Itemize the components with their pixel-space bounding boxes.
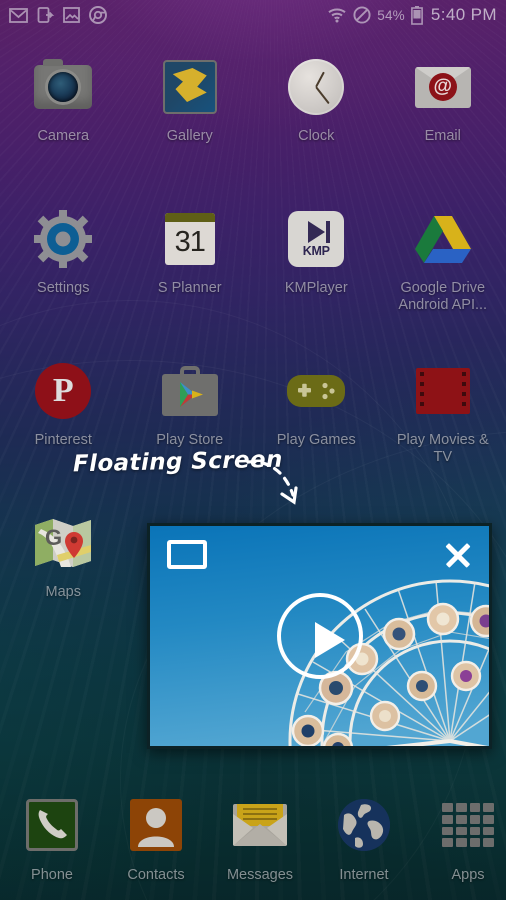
film-strip-icon (415, 368, 470, 414)
app-row: Camera Gallery Clock @ Email (0, 44, 506, 196)
app-label: Maps (45, 584, 81, 600)
dock-item-internet[interactable]: Internet (312, 778, 416, 900)
close-icon[interactable] (441, 538, 475, 572)
status-bar[interactable]: 54% 5:40 PM (0, 0, 506, 30)
app-icon-clock[interactable]: Clock (253, 44, 380, 196)
maps-icon-art: G (35, 519, 92, 567)
google-drive-icon (412, 208, 474, 270)
app-label: S Planner (157, 280, 222, 296)
app-row: Settings 31 S Planner KMP KMPlayer Googl… (0, 196, 506, 348)
status-bar-system-icons: 54% 5:40 PM (327, 5, 497, 25)
gamepad-icon (287, 375, 346, 407)
dock-item-messages[interactable]: Messages (208, 778, 312, 900)
camera-icon (32, 56, 94, 118)
maps-icon: G (32, 512, 94, 574)
dock-item-contacts[interactable]: Contacts (104, 778, 208, 900)
gallery-icon (159, 56, 221, 118)
app-label: Gallery (166, 128, 213, 144)
wifi-icon (328, 8, 346, 23)
chrome-icon (89, 6, 107, 24)
app-label: Play Movies & TV (396, 432, 489, 465)
app-label: Pinterest (34, 432, 92, 448)
dock-item-label: Messages (226, 867, 294, 883)
app-label: Play Store (156, 432, 224, 448)
messages-icon (229, 794, 291, 856)
internet-globe-icon (333, 794, 395, 856)
app-icon-camera[interactable]: Camera (0, 44, 127, 196)
contacts-icon (125, 794, 187, 856)
play-movies-icon (412, 360, 474, 422)
dashed-curved-arrow-icon (246, 460, 298, 505)
app-icon-google-drive[interactable]: Google Drive Android API... (380, 196, 506, 348)
app-label: Camera (37, 128, 90, 144)
app-icon-play-store[interactable]: Play Store (127, 348, 254, 500)
app-label: Settings (37, 280, 90, 296)
pinterest-glyph: P (35, 363, 92, 419)
phone-icon (21, 794, 83, 856)
status-bar-notification-icons (9, 6, 107, 24)
pinterest-icon: P (32, 360, 94, 422)
dock-item-label: Internet (339, 867, 389, 883)
kmplayer-icon: KMP (285, 208, 347, 270)
battery-percent-label: 54% (377, 7, 405, 23)
calendar-day: 31 (174, 225, 206, 258)
calendar-icon: 31 (159, 208, 221, 270)
app-icon-pinterest[interactable]: P Pinterest (0, 348, 127, 500)
app-icon-maps[interactable]: G Maps (0, 500, 127, 652)
app-label: Email (424, 128, 461, 144)
screen-mirror-icon (37, 6, 54, 23)
app-icon-kmplayer[interactable]: KMP KMPlayer (253, 196, 380, 348)
svg-text:G: G (45, 525, 62, 550)
status-bar-clock: 5:40 PM (430, 5, 497, 24)
dock-item-label: Contacts (127, 867, 185, 883)
dock-item-phone[interactable]: Phone (0, 778, 104, 900)
app-icon-s-planner[interactable]: 31 S Planner (127, 196, 254, 348)
play-store-icon (159, 360, 221, 422)
app-icon-play-movies[interactable]: Play Movies & TV (380, 348, 506, 500)
app-label: Google Drive Android API... (398, 280, 488, 313)
app-icon-email[interactable]: @ Email (380, 44, 506, 196)
dock: Phone Contacts Messages Internet Apps (0, 778, 506, 900)
do-not-disturb-icon (353, 6, 371, 24)
settings-gear-icon (32, 208, 94, 270)
kmplayer-badge: KMP (302, 243, 330, 258)
play-icon[interactable] (276, 593, 363, 679)
app-icon-gallery[interactable]: Gallery (127, 44, 254, 196)
app-label: KMPlayer (284, 280, 348, 296)
dock-item-label: Phone (31, 867, 73, 883)
clock-icon (285, 56, 347, 118)
gmail-icon (9, 7, 28, 23)
apps-grid-icon (437, 794, 499, 856)
play-games-icon (285, 360, 347, 422)
email-icon: @ (412, 56, 474, 118)
app-icon-settings[interactable]: Settings (0, 196, 127, 348)
app-label: Clock (298, 128, 335, 144)
dock-item-apps[interactable]: Apps (416, 778, 506, 900)
restore-window-icon[interactable] (167, 540, 207, 569)
image-icon (63, 7, 80, 23)
dock-item-label: Apps (451, 867, 485, 883)
floating-video-window[interactable] (147, 523, 492, 749)
battery-icon (410, 5, 423, 25)
